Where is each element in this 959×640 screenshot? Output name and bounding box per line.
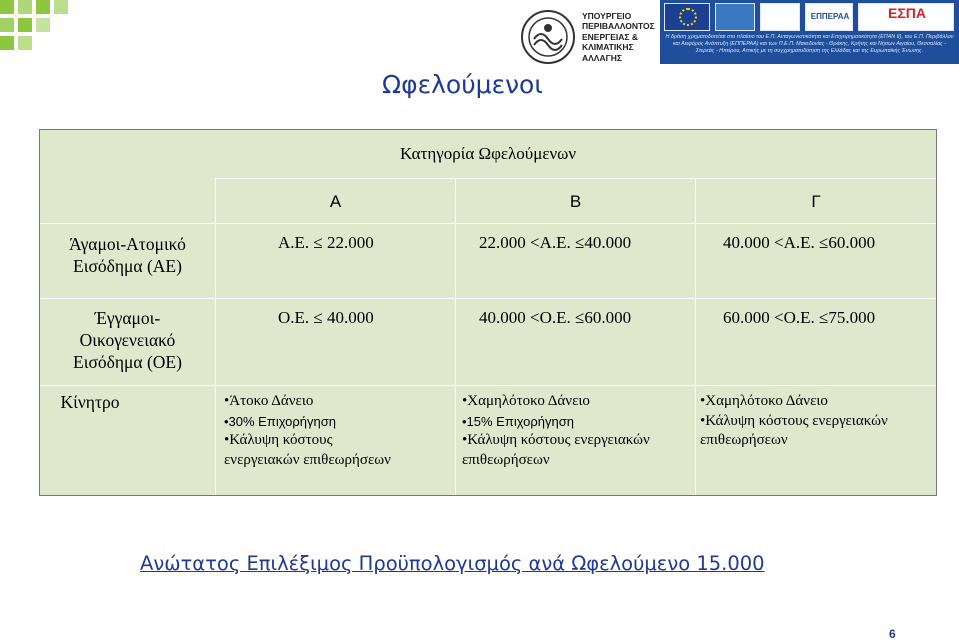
- cell-single-c: 40.000 <Α.Ε. ≤60.000: [723, 233, 876, 252]
- page-title: Ωφελούμενοι: [382, 70, 543, 99]
- column-header-b: Β: [455, 179, 695, 224]
- cell-married-c: 60.000 <Ο.Ε. ≤75.000: [723, 308, 876, 327]
- list-item: •Κάλυψη κόστους ενεργειακών: [462, 432, 650, 448]
- competitiveness-logo: [760, 3, 800, 31]
- list-item: •30% Επιχορήγηση: [224, 413, 337, 429]
- epperaa-logo: ΕΠΠΕΡΑΑ: [805, 3, 853, 31]
- list-item: επιθεωρήσεων: [700, 432, 788, 448]
- list-item: •Άτοκο Δάνειο: [224, 393, 314, 409]
- row-divider: [40, 385, 936, 386]
- funding-note: Η δράση χρηματοδοτείται στο πλαίσιο του …: [665, 34, 954, 54]
- operational-program-logo: [715, 3, 755, 31]
- cell-single-a: Α.Ε. ≤ 22.000: [278, 233, 374, 252]
- cell-married-b: 40.000 <Ο.Ε. ≤60.000: [479, 308, 632, 327]
- ministry-emblem-icon: [521, 10, 575, 64]
- list-item: •15% Επιχορήγηση: [462, 413, 575, 429]
- incentive-b: •Χαμηλότοκο Δάνειο •15% Επιχορήγηση •Κάλ…: [462, 392, 690, 470]
- row-divider: [40, 298, 936, 299]
- list-item: •Κάλυψη κόστους: [224, 432, 333, 448]
- column-divider: [455, 223, 456, 495]
- row-label-incentive: Κίνητρο: [60, 392, 120, 412]
- list-item: •Χαμηλότοκο Δάνειο: [700, 393, 828, 409]
- cell-single-b: 22.000 <Α.Ε. ≤40.000: [479, 233, 632, 252]
- column-header-a: Α: [215, 179, 455, 224]
- column-header-row: Α Β Γ: [215, 178, 936, 224]
- eu-flag-icon: [664, 3, 710, 31]
- incentive-c: •Χαμηλότοκο Δάνειο •Κάλυψη κόστους ενεργ…: [700, 392, 934, 451]
- category-header: Κατηγορία Ωφελούμενων: [399, 144, 577, 163]
- list-item: ενεργειακών επιθεωρήσεων: [224, 451, 391, 468]
- column-divider: [215, 223, 216, 495]
- column-header-c: Γ: [695, 179, 936, 224]
- ministry-name: ΥΠΟΥΡΓΕΙΟ ΠΕΡΙΒΑΛΛΟΝΤΟΣ ΕΝΕΡΓΕΙΑΣ & ΚΛΙΜ…: [582, 10, 655, 63]
- row-divider: [40, 223, 936, 224]
- decorative-corner-squares: [0, 0, 80, 50]
- max-budget-text: Ανώτατος Επιλέξιμος Προϋπολογισμός ανά Ω…: [140, 552, 765, 575]
- column-divider: [695, 223, 696, 495]
- cell-married-a: Ο.Ε. ≤ 40.000: [278, 308, 374, 327]
- list-item: •Χαμηλότοκο Δάνειο: [462, 393, 590, 409]
- list-item: •Κάλυψη κόστους ενεργειακών: [700, 412, 888, 429]
- incentive-a: •Άτοκο Δάνειο •30% Επιχορήγηση •Κάλυψη κ…: [224, 392, 449, 470]
- row-label-single: Άγαμοι-Ατομικό Εισόδημα (ΑΕ): [69, 234, 186, 276]
- page-number: 6: [889, 627, 896, 640]
- row-label-married: Έγγαμοι- Οικογενειακό Εισόδημα (ΟΕ): [73, 308, 182, 372]
- list-item: επιθεωρήσεων: [462, 451, 550, 468]
- ministry-logo: ΥΠΟΥΡΓΕΙΟ ΠΕΡΙΒΑΛΛΟΝΤΟΣ ΕΝΕΡΓΕΙΑΣ & ΚΛΙΜ…: [520, 8, 660, 66]
- eu-funding-banner: ΕΠΠΕΡΑΑ ΕΣΠΑ Η δράση χρηματοδοτείται στο…: [660, 0, 959, 64]
- beneficiaries-table: Κατηγορία Ωφελούμενων Α Β Γ Άγαμοι-Ατομι…: [39, 129, 937, 496]
- espa-logo: ΕΣΠΑ: [858, 3, 954, 31]
